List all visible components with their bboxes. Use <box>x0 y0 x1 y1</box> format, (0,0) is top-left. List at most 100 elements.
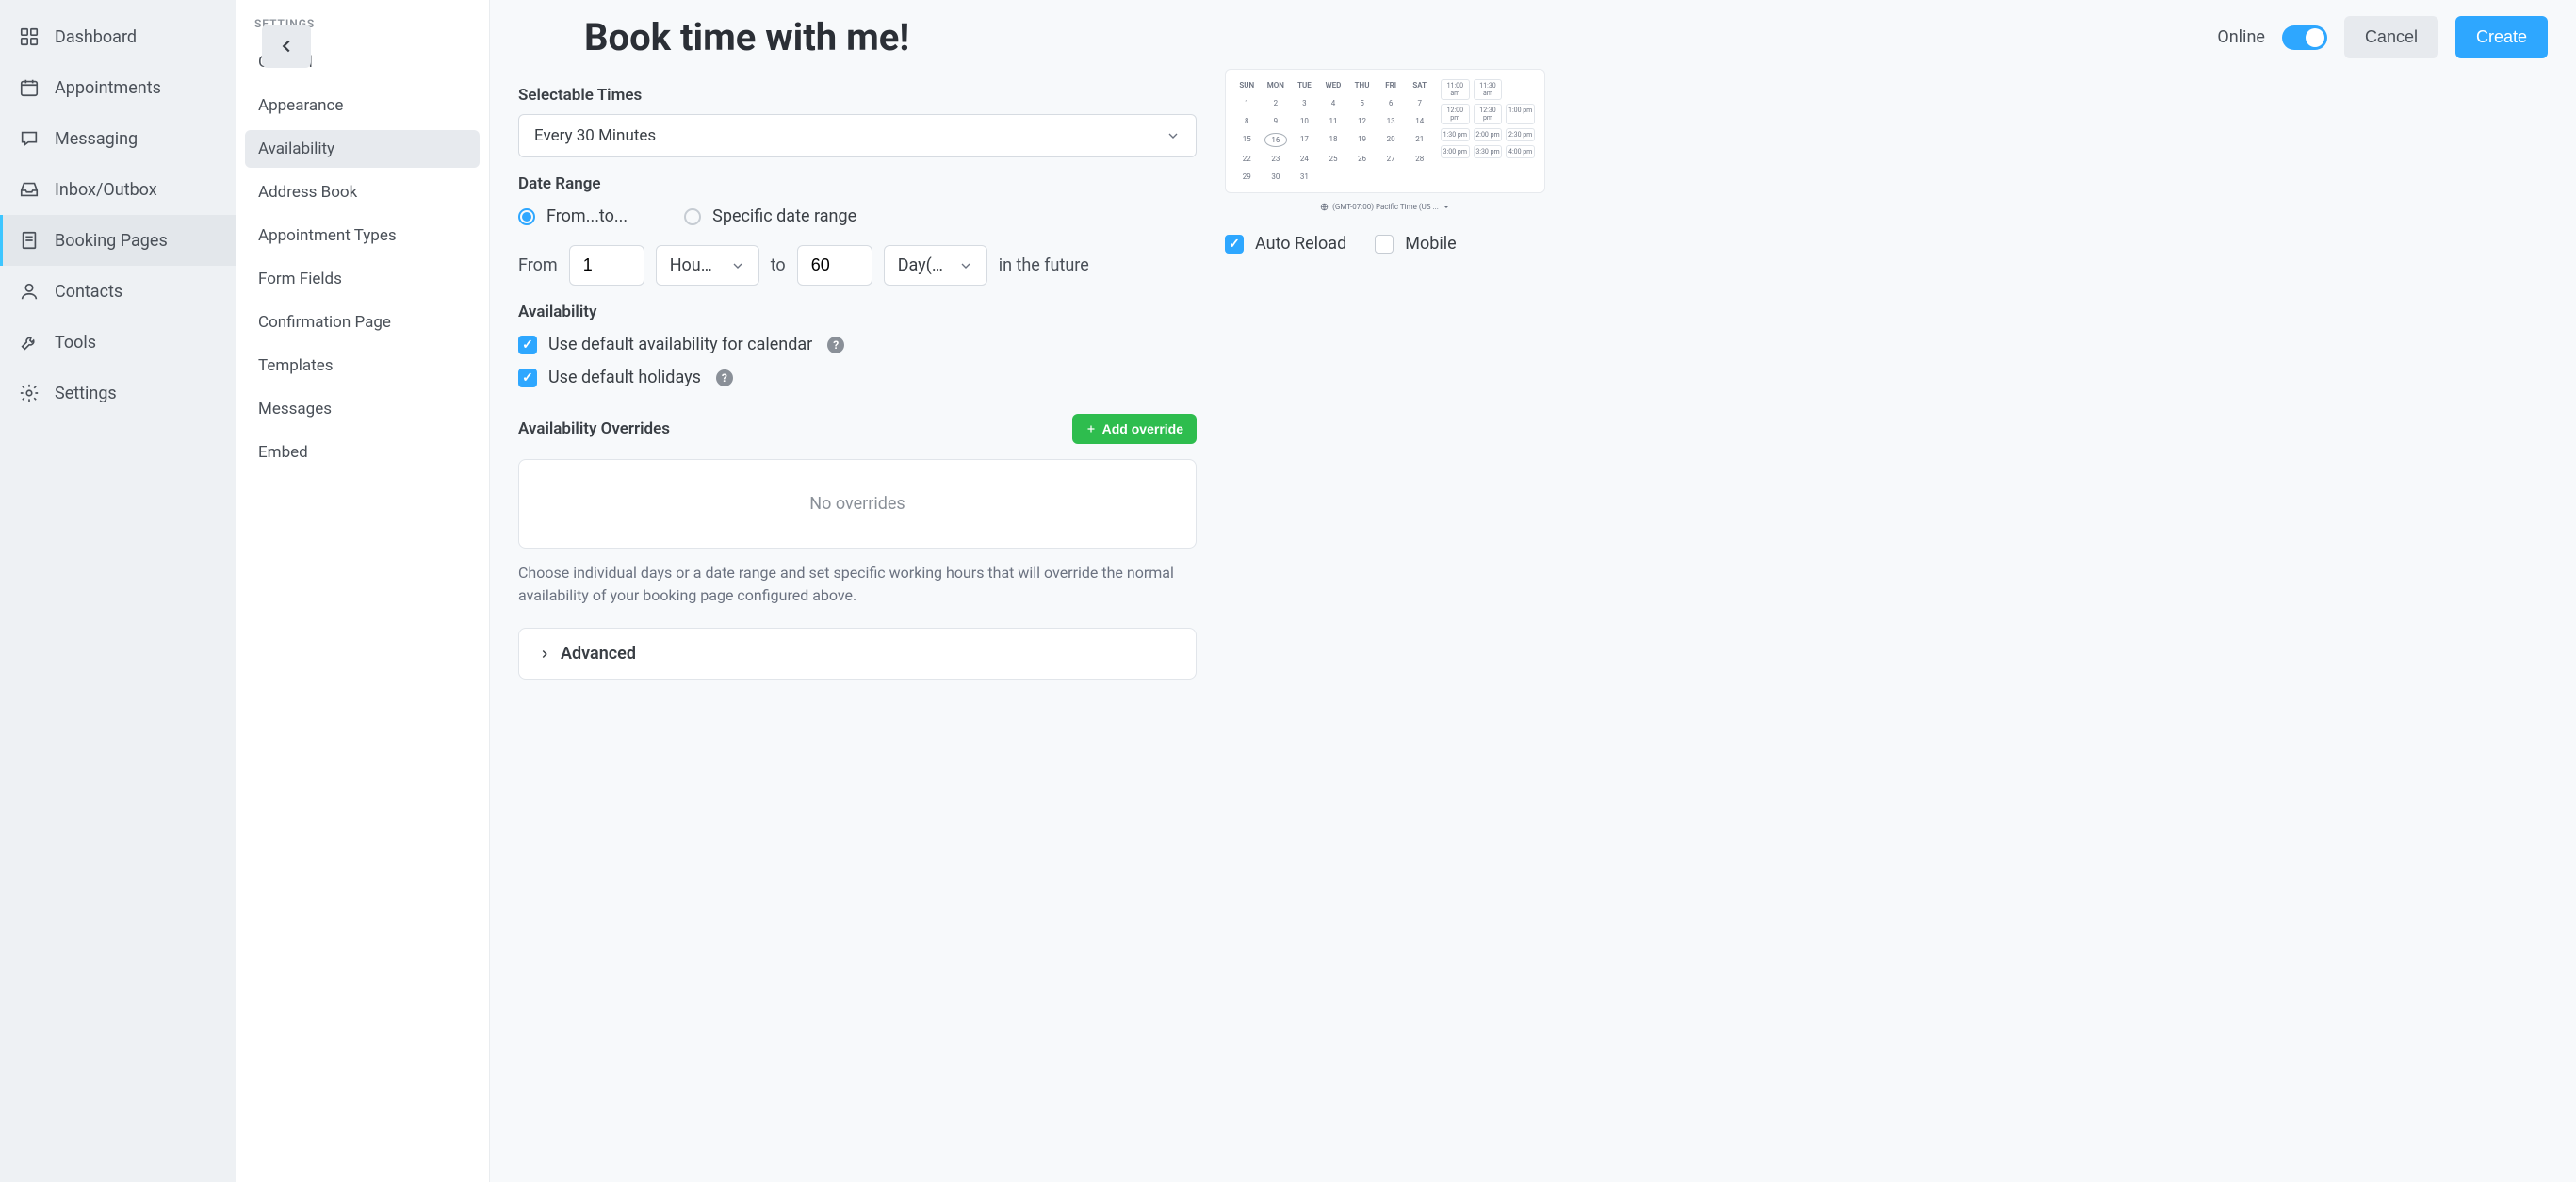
cal-day[interactable]: 9 <box>1264 115 1288 127</box>
page-icon <box>19 230 40 251</box>
cal-day-head: MON <box>1264 79 1288 91</box>
to-unit-select[interactable]: Day(s) <box>884 245 987 286</box>
chevron-down-icon <box>730 258 745 273</box>
time-slot[interactable]: 2:30 pm <box>1506 128 1535 141</box>
online-toggle[interactable] <box>2282 25 2327 50</box>
mobile-checkbox[interactable] <box>1375 235 1394 254</box>
cal-day[interactable]: 16 <box>1264 133 1288 147</box>
time-slot[interactable]: 1:30 pm <box>1441 128 1470 141</box>
nav-item-dashboard[interactable]: Dashboard <box>0 11 236 62</box>
time-slot[interactable]: 3:30 pm <box>1474 145 1503 158</box>
create-button[interactable]: Create <box>2455 16 2548 58</box>
cal-day[interactable]: 31 <box>1293 171 1316 183</box>
calendar-icon <box>19 77 40 98</box>
add-override-button[interactable]: Add override <box>1072 414 1197 444</box>
use-default-holidays-checkbox[interactable] <box>518 369 537 387</box>
nav-item-contacts[interactable]: Contacts <box>0 266 236 317</box>
time-slot[interactable]: 1:00 pm <box>1506 104 1535 124</box>
nav-item-appointments[interactable]: Appointments <box>0 62 236 113</box>
advanced-toggle[interactable]: Advanced <box>518 628 1197 680</box>
cal-day <box>1379 171 1403 183</box>
nav-item-settings[interactable]: Settings <box>0 368 236 419</box>
timezone-display[interactable]: (GMT-07:00) Pacific Time (US ... <box>1225 203 1545 211</box>
cal-day[interactable]: 10 <box>1293 115 1316 127</box>
settings-item-address-book[interactable]: Address Book <box>245 173 480 211</box>
cal-day[interactable]: 22 <box>1235 153 1259 165</box>
plus-icon <box>1085 423 1097 435</box>
from-unit-select[interactable]: Hour(s) <box>656 245 759 286</box>
settings-item-confirmation-page[interactable]: Confirmation Page <box>245 304 480 341</box>
time-slot[interactable]: 4:00 pm <box>1506 145 1535 158</box>
nav-item-messaging[interactable]: Messaging <box>0 113 236 164</box>
help-icon[interactable]: ? <box>716 369 733 386</box>
page-title: Book time with me! <box>584 15 909 59</box>
cal-day[interactable]: 17 <box>1293 133 1316 147</box>
time-slot[interactable]: 11:30 am <box>1474 79 1503 100</box>
cal-day[interactable]: 24 <box>1293 153 1316 165</box>
settings-item-availability[interactable]: Availability <box>245 130 480 168</box>
cal-day[interactable]: 23 <box>1264 153 1288 165</box>
no-overrides-box: No overrides <box>518 459 1197 549</box>
cal-day[interactable]: 30 <box>1264 171 1288 183</box>
time-slot[interactable]: 12:30 pm <box>1474 104 1503 124</box>
selectable-times-select[interactable]: Every 30 Minutes <box>518 114 1197 157</box>
cal-day[interactable]: 11 <box>1322 115 1345 127</box>
cal-day <box>1322 171 1345 183</box>
cal-day[interactable]: 26 <box>1350 153 1374 165</box>
use-default-availability-checkbox[interactable] <box>518 336 537 354</box>
cal-day[interactable]: 18 <box>1322 133 1345 147</box>
radio-specific-range[interactable]: Specific date range <box>684 206 856 226</box>
settings-item-embed[interactable]: Embed <box>245 434 480 471</box>
cal-day[interactable]: 6 <box>1379 97 1403 109</box>
cal-day[interactable]: 1 <box>1235 97 1259 109</box>
cal-day[interactable]: 14 <box>1408 115 1431 127</box>
cal-day[interactable]: 12 <box>1350 115 1374 127</box>
settings-item-templates[interactable]: Templates <box>245 347 480 385</box>
cancel-button[interactable]: Cancel <box>2344 16 2438 58</box>
nav-item-tools[interactable]: Tools <box>0 317 236 368</box>
radio-from-to[interactable]: From...to... <box>518 206 628 226</box>
from-value-input[interactable] <box>569 245 644 286</box>
cal-day[interactable]: 27 <box>1379 153 1403 165</box>
nav-item-booking-pages[interactable]: Booking Pages <box>0 215 236 266</box>
from-unit-value: Hour(s) <box>670 255 717 275</box>
cal-day[interactable]: 25 <box>1322 153 1345 165</box>
user-icon <box>19 281 40 302</box>
cal-day[interactable]: 4 <box>1322 97 1345 109</box>
nav-item-inbox-outbox[interactable]: Inbox/Outbox <box>0 164 236 215</box>
cal-day[interactable]: 20 <box>1379 133 1403 147</box>
to-value-input[interactable] <box>797 245 872 286</box>
cal-day[interactable]: 28 <box>1408 153 1431 165</box>
cal-day[interactable]: 13 <box>1379 115 1403 127</box>
message-icon <box>19 128 40 149</box>
from-label: From <box>518 255 558 275</box>
nav-item-label: Inbox/Outbox <box>55 180 157 200</box>
settings-item-appointment-types[interactable]: Appointment Types <box>245 217 480 254</box>
cal-day[interactable]: 3 <box>1293 97 1316 109</box>
cal-day[interactable]: 15 <box>1235 133 1259 147</box>
auto-reload-checkbox[interactable] <box>1225 235 1244 254</box>
time-slot[interactable]: 12:00 pm <box>1441 104 1470 124</box>
settings-item-messages[interactable]: Messages <box>245 390 480 428</box>
time-slot[interactable]: 2:00 pm <box>1474 128 1503 141</box>
cal-day[interactable]: 29 <box>1235 171 1259 183</box>
settings-item-appearance[interactable]: Appearance <box>245 87 480 124</box>
time-slot[interactable]: 3:00 pm <box>1441 145 1470 158</box>
cal-day[interactable]: 21 <box>1408 133 1431 147</box>
settings-item-form-fields[interactable]: Form Fields <box>245 260 480 298</box>
use-default-availability-label: Use default availability for calendar <box>548 335 812 354</box>
to-label: to <box>771 255 786 275</box>
to-unit-value: Day(s) <box>898 255 945 275</box>
cal-day[interactable]: 2 <box>1264 97 1288 109</box>
cal-day[interactable]: 7 <box>1408 97 1431 109</box>
cal-day[interactable]: 19 <box>1350 133 1374 147</box>
back-button[interactable] <box>262 25 311 68</box>
cal-day[interactable]: 5 <box>1350 97 1374 109</box>
nav-item-label: Booking Pages <box>55 231 168 251</box>
auto-reload-label: Auto Reload <box>1255 234 1346 254</box>
radio-from-to-label: From...to... <box>546 206 628 226</box>
time-slot[interactable]: 11:00 am <box>1441 79 1470 100</box>
cal-day[interactable]: 8 <box>1235 115 1259 127</box>
nav-item-label: Settings <box>55 384 117 403</box>
help-icon[interactable]: ? <box>827 337 844 353</box>
